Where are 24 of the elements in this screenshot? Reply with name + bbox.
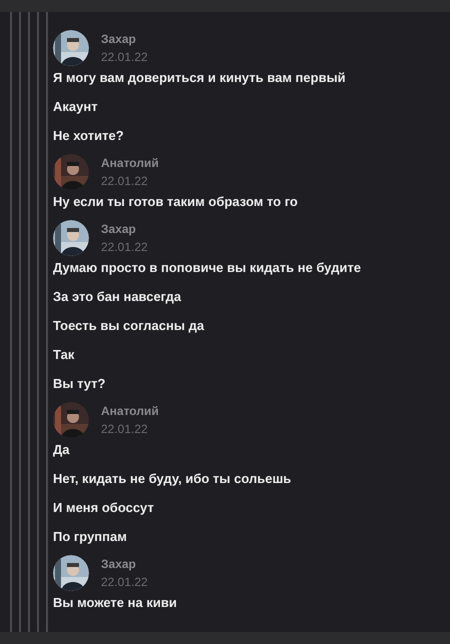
author-name[interactable]: Захар — [101, 556, 148, 572]
message-text: Не хотите? — [53, 126, 124, 145]
author-name[interactable]: Захар — [101, 221, 148, 237]
message-text: Нет, кидать не буду, ибо ты сольешь — [53, 470, 292, 488]
message-text: За это бан навсегда — [53, 288, 182, 306]
message-date: 22.01.22 — [101, 49, 148, 65]
message-text: Акаунт — [53, 98, 98, 116]
author-name[interactable]: Анатолий — [101, 155, 159, 171]
message-text: Я могу вам довериться и кинуть вам первый — [53, 68, 346, 87]
author-name[interactable]: Захар — [101, 31, 148, 47]
message-text: Вы можете на киви — [53, 594, 177, 612]
author-name[interactable]: Анатолий — [101, 403, 159, 419]
message-text: Так — [53, 346, 74, 364]
message-text: Ну если ты готов таким образом то го — [53, 192, 298, 211]
message-text: И меня обоссут — [53, 498, 154, 517]
message-text: Тоесть вы согласны да — [53, 316, 204, 335]
message-date: 22.01.22 — [101, 421, 149, 437]
message-text: Да — [53, 440, 70, 459]
message-date: 22.01.22 — [101, 239, 148, 255]
message-date: 22.01.22 — [101, 173, 149, 189]
message-text: По группам — [53, 528, 127, 546]
message-text: Думаю просто в поповиче вы кидать не будите — [53, 258, 361, 277]
message-date: 22.01.22 — [101, 574, 148, 590]
message-text: Вы тут? — [53, 374, 106, 393]
